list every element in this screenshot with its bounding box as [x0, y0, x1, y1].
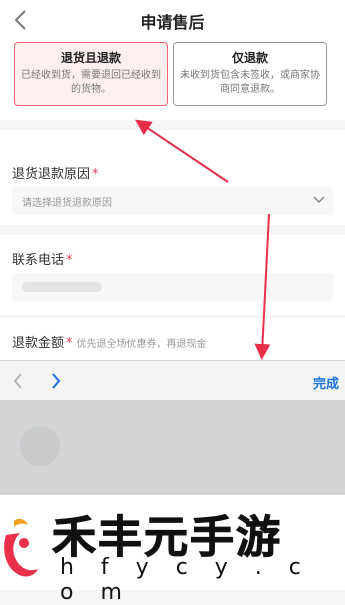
reason-placeholder: 请选择退货退款原因: [22, 198, 112, 209]
option-title: 退货且退款: [60, 51, 121, 65]
reason-section: 退货退款原因 * 请选择退货退款原因: [0, 130, 345, 225]
chevron-right-icon: [52, 373, 61, 389]
chevron-down-icon: [313, 196, 325, 204]
option-description: 未收到货包含未签收，或商家协商同意退款。: [180, 70, 320, 95]
reason-label: 退货退款原因 *: [12, 163, 99, 182]
option-title: 仅退款: [231, 51, 268, 65]
option-return-and-refund[interactable]: 退货且退款 已经收到货，需要退回已经收到的货物。: [14, 42, 168, 106]
required-mark: *: [66, 336, 73, 351]
redacted-phone-number: [22, 282, 102, 292]
required-mark: *: [66, 253, 73, 268]
page-title: 申请售后: [140, 13, 205, 32]
phone-section: 联系电话 *: [0, 235, 345, 315]
amount-hint: 优先退全场优惠券，再退现金: [76, 339, 207, 350]
phone-input[interactable]: [12, 273, 333, 301]
previous-field-button[interactable]: [8, 371, 28, 391]
amount-section: 退款金额 * 优先退全场优惠券，再退现金: [0, 318, 345, 360]
next-field-button[interactable]: [46, 371, 66, 391]
refund-type-options: 退货且退款 已经收到货，需要退回已经收到的货物。 仅退款 未收到货包含未签收，或…: [0, 40, 345, 120]
watermark-url: h f y c y . c o m: [60, 555, 311, 605]
amount-label: 退款金额 * 优先退全场优惠券，再退现金: [12, 332, 207, 351]
watermark: 禾丰元手游 h f y c y . c o m: [0, 495, 345, 605]
option-description: 已经收到货，需要退回已经收到的货物。: [21, 70, 161, 95]
done-button[interactable]: 完成: [313, 373, 339, 392]
nav-header: 申请售后: [0, 0, 345, 41]
phone-label-text: 联系电话: [12, 253, 65, 268]
required-mark: *: [92, 167, 99, 182]
reason-select[interactable]: 请选择退货退款原因: [12, 187, 333, 215]
keyboard-area: [0, 400, 345, 500]
reason-label-text: 退货退款原因: [12, 167, 91, 182]
keyboard-toolbar: 完成: [0, 360, 345, 401]
option-refund-only[interactable]: 仅退款 未收到货包含未签收，或商家协商同意退款。: [173, 42, 327, 106]
phone-label: 联系电话 *: [12, 249, 73, 268]
chevron-left-icon: [13, 373, 22, 389]
amount-label-text: 退款金额: [12, 336, 65, 351]
site-logo-icon: [4, 518, 38, 577]
keyboard-blur: [20, 426, 60, 466]
